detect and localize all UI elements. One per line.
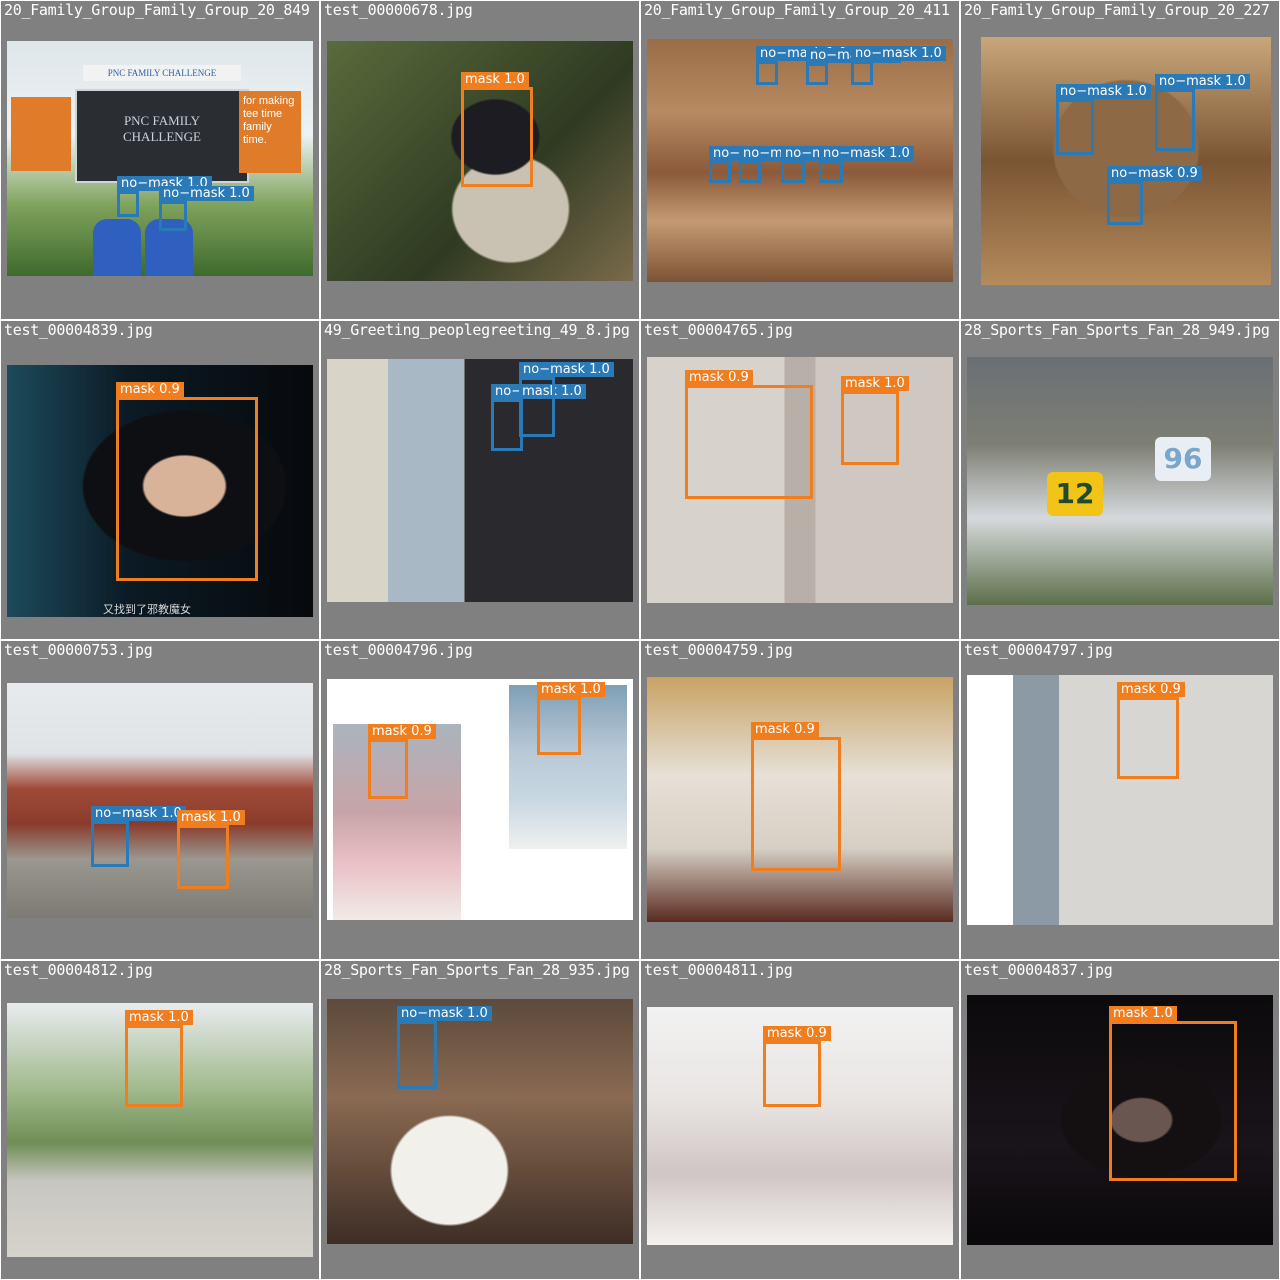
image-tile: 28_Sports_Fan_Sports_Fan_28_935.jpg no−ma… xyxy=(321,961,639,1279)
video-subtitle: 又找到了邪教魔女 xyxy=(103,603,191,616)
tile-photo xyxy=(327,359,633,602)
detection-label: mask 0.9 xyxy=(1117,682,1185,697)
detection-label: no−mask 1.0 xyxy=(91,806,186,821)
sign-screen: PNC FAMILY CHALLENGE xyxy=(123,113,201,144)
detection-box xyxy=(397,1021,437,1089)
detection-box xyxy=(685,385,813,499)
detection-label: mask 1.0 xyxy=(537,682,605,697)
detection-box xyxy=(781,161,805,183)
detection-label: mask 0.9 xyxy=(751,722,819,737)
image-tile: test_00004759.jpgmask 0.9 xyxy=(641,641,959,959)
detection-label: no−mask 1.0 xyxy=(1056,84,1151,99)
detection-box xyxy=(851,61,873,85)
image-tile: test_00004796.jpgmask 0.9 mask 1.0 xyxy=(321,641,639,959)
tile-photo xyxy=(327,999,633,1244)
tile-photo xyxy=(327,679,633,920)
detection-box xyxy=(1109,1021,1237,1181)
image-tile: test_00004811.jpgmask 0.9 xyxy=(641,961,959,1279)
detection-box xyxy=(177,825,229,889)
tile-filename: 20_Family_Group_Family_Group_20_227 xyxy=(964,1,1270,19)
detection-box xyxy=(117,191,139,217)
tile-filename: test_00004765.jpg xyxy=(644,321,793,339)
image-tile: test_00004765.jpgmask 0.9 mask 1.0 xyxy=(641,321,959,639)
detection-label: mask 1.0 xyxy=(125,1010,193,1025)
detection-box xyxy=(806,63,828,85)
detection-label: mask 0.9 xyxy=(116,382,184,397)
image-tile: 20_Family_Group_Family_Group_20_849 PNC F… xyxy=(1,1,319,319)
tile-filename: test_00000678.jpg xyxy=(324,1,473,19)
detection-label: mask 1.0 xyxy=(1109,1006,1177,1021)
sign-brand: PNC FAMILY CHALLENGE xyxy=(83,65,241,81)
detection-label: no−mask 0.9 xyxy=(1107,166,1202,181)
tile-filename: test_00004796.jpg xyxy=(324,641,473,659)
image-tile: test_00004797.jpgmask 0.9 xyxy=(961,641,1279,959)
detection-label: no−mask 1.0 xyxy=(519,362,614,377)
detection-box xyxy=(763,1041,821,1107)
image-tile: 49_Greeting_peoplegreeting_49_8.jpg no−ma… xyxy=(321,321,639,639)
detection-box xyxy=(739,161,761,183)
sign-board: PNC FAMILY CHALLENGE PNC FAMILY CHALLENGE xyxy=(75,65,249,183)
detection-box xyxy=(751,737,841,871)
jersey-number: 96 xyxy=(1155,437,1211,481)
tile-filename: test_00004837.jpg xyxy=(964,961,1113,979)
jersey-number: 12 xyxy=(1047,472,1103,516)
image-tile: 20_Family_Group_Family_Group_20_227 no−ma… xyxy=(961,1,1279,319)
tile-filename: 20_Family_Group_Family_Group_20_411 xyxy=(644,1,950,19)
tile-filename: test_00004839.jpg xyxy=(4,321,153,339)
detection-box xyxy=(709,161,731,183)
detection-box xyxy=(125,1025,183,1107)
detection-label: no−mask 1.0 xyxy=(397,1006,492,1021)
tile-filename: test_00004811.jpg xyxy=(644,961,793,979)
detection-box xyxy=(1056,99,1094,155)
detection-box xyxy=(1107,181,1143,225)
image-tile: test_00004839.jpg 又找到了邪教魔女 mask 0.9 xyxy=(1,321,319,639)
detection-box xyxy=(461,87,533,187)
image-tile: test_00004812.jpgmask 1.0 xyxy=(1,961,319,1279)
person-figure xyxy=(93,219,141,276)
detection-label: mask 0.9 xyxy=(763,1026,831,1041)
detection-box xyxy=(159,201,187,231)
tile-filename: 28_Sports_Fan_Sports_Fan_28_949.jpg xyxy=(964,321,1270,339)
tile-filename: 49_Greeting_peoplegreeting_49_8.jpg xyxy=(324,321,630,339)
detection-box xyxy=(519,377,555,437)
tile-filename: test_00000753.jpg xyxy=(4,641,153,659)
detection-box xyxy=(841,391,899,465)
detection-box xyxy=(91,821,129,867)
detection-box xyxy=(368,739,408,799)
detection-label: mask 1.0 xyxy=(461,72,529,87)
tile-photo xyxy=(7,683,313,918)
tile-filename: test_00004797.jpg xyxy=(964,641,1113,659)
detection-box xyxy=(819,161,843,183)
detection-label: no−mask 1.0 xyxy=(1155,74,1250,89)
detection-label: mask 0.9 xyxy=(368,724,436,739)
image-tile: 20_Family_Group_Family_Group_20_411 no−ma… xyxy=(641,1,959,319)
tile-filename: 28_Sports_Fan_Sports_Fan_28_935.jpg xyxy=(324,961,630,979)
detection-box xyxy=(537,697,581,755)
detection-box xyxy=(1155,89,1195,151)
detection-box xyxy=(756,61,778,85)
image-tile: 28_Sports_Fan_Sports_Fan_28_949.jpg 12 96 xyxy=(961,321,1279,639)
detection-label: no−mask 1.0 xyxy=(159,186,254,201)
detection-label: mask 0.9 xyxy=(685,370,753,385)
detection-label: mask 1.0 xyxy=(841,376,909,391)
tile-filename: test_00004812.jpg xyxy=(4,961,153,979)
image-tile: test_00004837.jpgmask 1.0 xyxy=(961,961,1279,1279)
detection-box xyxy=(1117,697,1179,779)
image-tile: test_00000678.jpgmask 1.0 xyxy=(321,1,639,319)
tile-photo: 12 96 xyxy=(967,357,1273,605)
tile-filename: 20_Family_Group_Family_Group_20_849 xyxy=(4,1,310,19)
image-tile: test_00000753.jpg no−mask 1.0 mask 1.0 xyxy=(1,641,319,959)
detection-box xyxy=(116,397,258,581)
sign-left-panel xyxy=(11,97,71,171)
tile-photo: PNC FAMILY CHALLENGE PNC FAMILY CHALLENGE… xyxy=(7,41,313,276)
tile-filename: test_00004759.jpg xyxy=(644,641,793,659)
sign-side-panel: for making tee time family time. xyxy=(239,91,301,173)
detection-label: no−mask 1.0 xyxy=(851,46,946,61)
detection-label: no−mask 1.0 xyxy=(819,146,914,161)
detection-label: mask 1.0 xyxy=(177,810,245,825)
